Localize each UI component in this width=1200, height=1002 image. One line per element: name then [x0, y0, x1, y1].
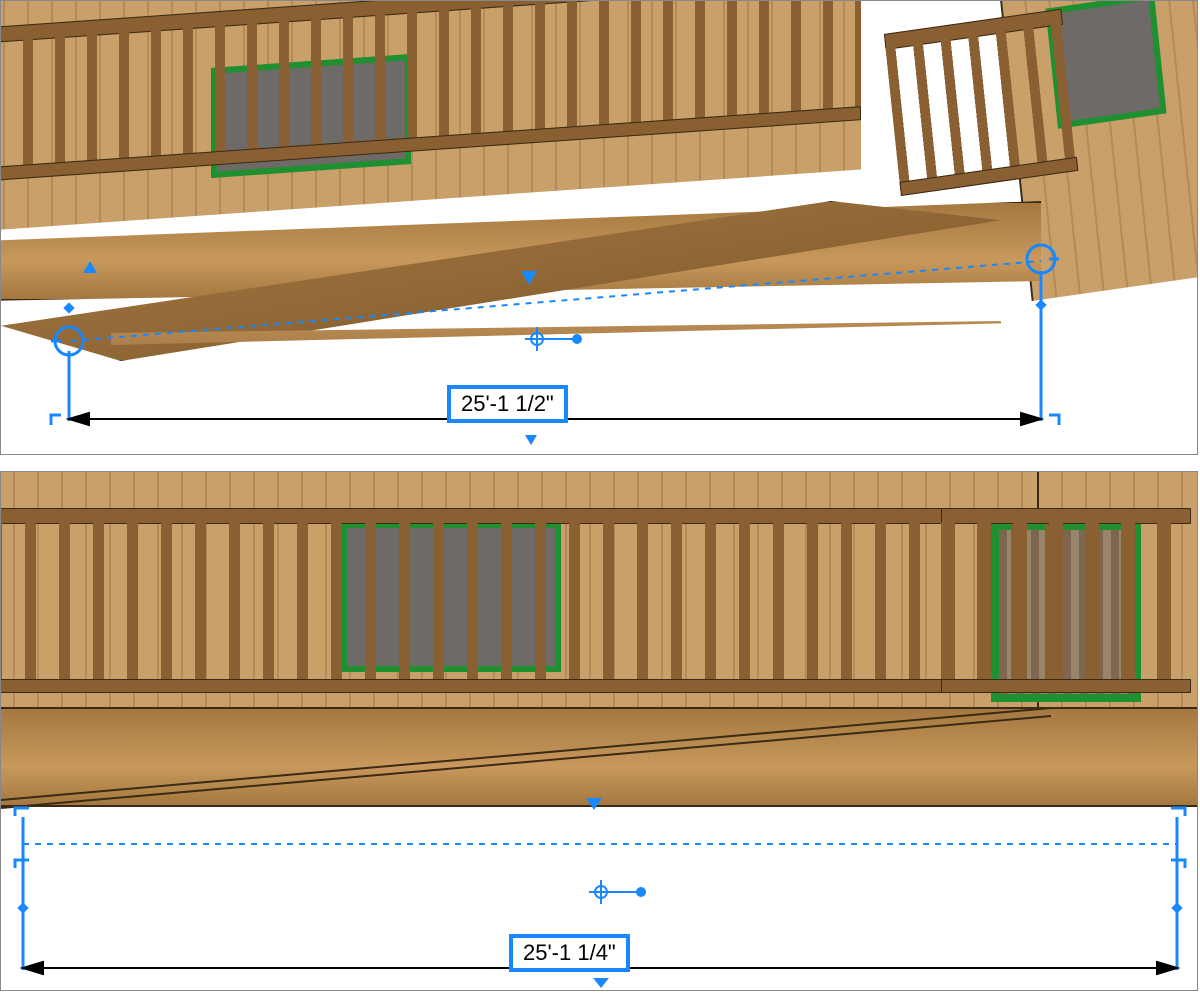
deck-railing	[0, 472, 1051, 707]
deck-fascia	[0, 707, 1198, 807]
dimension-input-bottom[interactable]: 25'-1 1/4"	[509, 934, 630, 972]
dimension-input-top[interactable]: 25'-1 1/2"	[447, 385, 568, 423]
deck-railing-right	[941, 472, 1191, 707]
move-handle-icon[interactable]	[589, 880, 646, 904]
scene-elevation	[1, 472, 1197, 817]
scene-perspective	[1, 1, 1197, 331]
deck-railing-return	[881, 0, 1081, 226]
viewport-perspective[interactable]: 25'-1 1/2"	[0, 0, 1198, 455]
viewport-elevation[interactable]: 25'-1 1/4"	[0, 471, 1198, 991]
